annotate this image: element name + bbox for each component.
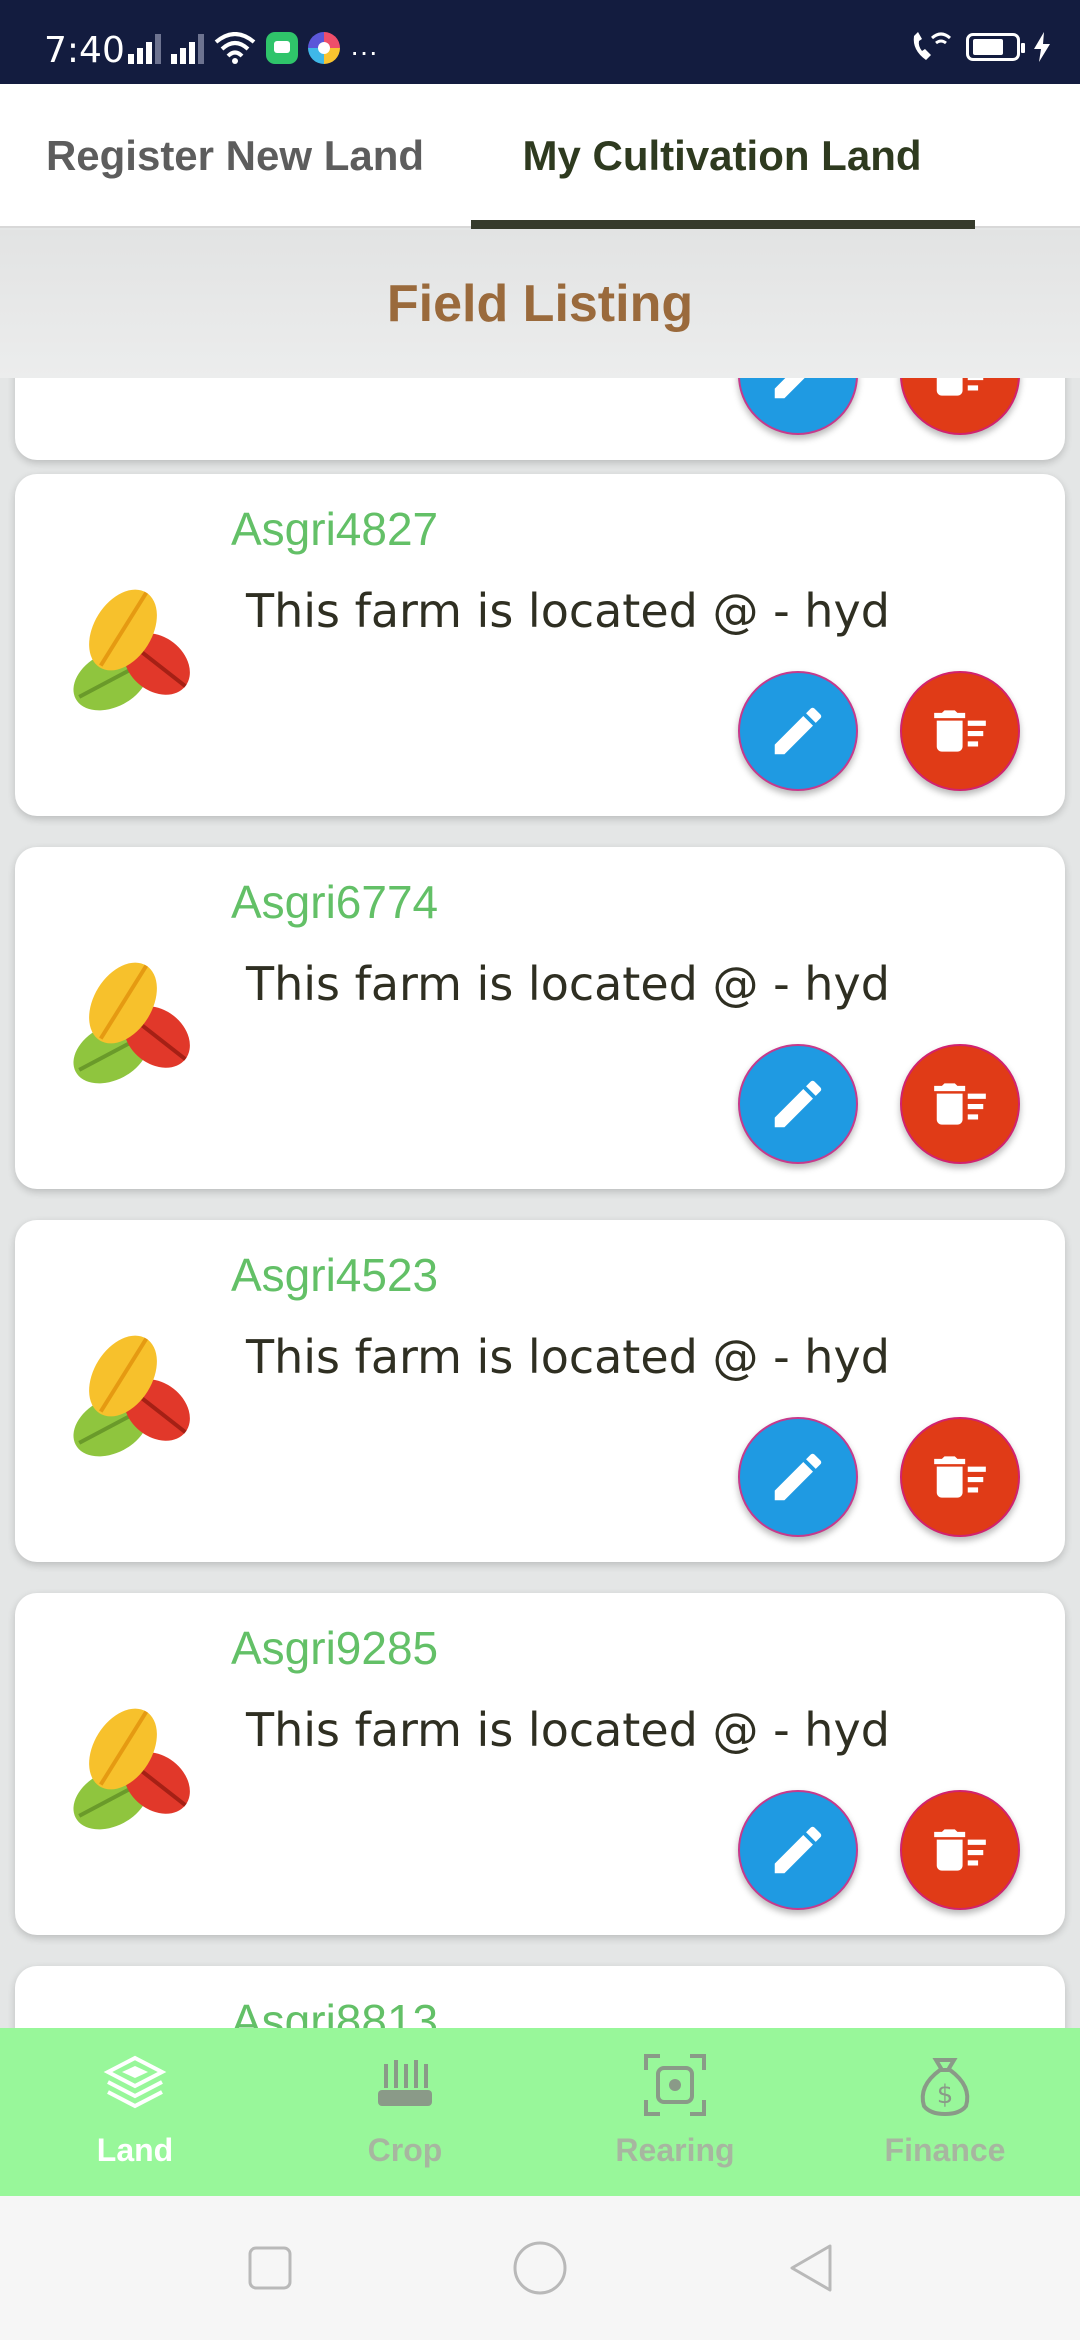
field-name: Asgri6774: [231, 876, 439, 928]
home-button[interactable]: [512, 2240, 568, 2296]
edit-button[interactable]: [738, 671, 858, 791]
pencil-icon: [774, 378, 805, 399]
recent-apps-button[interactable]: [242, 2240, 298, 2296]
nav-label: Finance: [884, 2132, 1006, 2168]
delete-button[interactable]: [900, 1417, 1020, 1537]
tab-register-new-land[interactable]: Register New Land: [0, 84, 470, 228]
message-app-icon: [266, 32, 298, 64]
field-name: Asgri4523: [231, 1249, 439, 1301]
field-name: Asgri4827: [231, 503, 439, 555]
tab-bar: Register New Land My Cultivation Land: [0, 84, 1080, 229]
nav-label: Crop: [367, 2132, 443, 2168]
leaves-icon: [73, 589, 190, 711]
charging-icon: [1034, 32, 1050, 62]
battery-icon: [966, 33, 1025, 61]
tab-my-cultivation-land[interactable]: My Cultivation Land: [470, 84, 974, 228]
delete-button[interactable]: [900, 378, 1020, 435]
listing-header: Field Listing: [0, 230, 1080, 378]
delete-button[interactable]: [900, 1790, 1020, 1910]
leaves-icon: [73, 1335, 190, 1457]
field-description: This farm is located @ - hyd: [246, 584, 890, 638]
status-bar: 7:40 ···: [0, 0, 1080, 84]
wifi-call-icon: [913, 32, 951, 60]
pencil-icon: [774, 1453, 822, 1501]
field-card[interactable]: [15, 378, 1065, 460]
field-list[interactable]: Asgri4827 This farm is located @ - hyd A…: [0, 378, 1080, 2028]
edit-button[interactable]: [738, 378, 858, 435]
active-tab-indicator: [471, 220, 975, 229]
field-card[interactable]: Asgri9285 This farm is located @ - hyd: [15, 1593, 1065, 1935]
scan-icon: [644, 2054, 706, 2116]
layers-icon: [103, 2055, 167, 2109]
more-notifications-icon: ···: [350, 36, 378, 67]
system-nav-bar: [0, 2196, 1080, 2340]
leaves-icon: [73, 962, 190, 1084]
pencil-icon: [774, 1826, 822, 1874]
field-card[interactable]: Asgri4523 This farm is located @ - hyd: [15, 1220, 1065, 1562]
pencil-icon: [774, 707, 822, 755]
crop-icon: [378, 2060, 432, 2106]
delete-list-icon: [934, 1083, 986, 1125]
money-bag-icon: $: [920, 2058, 970, 2117]
svg-text:$: $: [937, 2080, 954, 2110]
delete-list-icon: [936, 378, 984, 396]
signal-icon-2: [171, 32, 204, 64]
delete-list-icon: [934, 710, 986, 752]
leaves-icon: [73, 1708, 190, 1830]
nav-rearing[interactable]: Rearing: [540, 2028, 810, 2196]
nav-label: Rearing: [615, 2132, 735, 2168]
back-button[interactable]: [782, 2240, 838, 2296]
bottom-nav: Land Crop Rearing $ Finance: [0, 2028, 1080, 2196]
field-description: This farm is located @ - hyd: [246, 957, 890, 1011]
field-card[interactable]: Asgri6774 This farm is located @ - hyd: [15, 847, 1065, 1189]
nav-finance[interactable]: $ Finance: [810, 2028, 1080, 2196]
status-left-icons: ···: [128, 32, 378, 67]
delete-list-icon: [934, 1456, 986, 1498]
edit-button[interactable]: [738, 1417, 858, 1537]
status-right-icons: [908, 30, 1052, 64]
nav-label: Land: [96, 2132, 174, 2168]
field-name: Asgri8813: [231, 1995, 439, 2028]
field-description: This farm is located @ - hyd: [246, 1330, 890, 1384]
pencil-icon: [774, 1080, 822, 1128]
wifi-icon: [214, 32, 256, 64]
delete-button[interactable]: [900, 671, 1020, 791]
field-description: This farm is located @ - hyd: [246, 1703, 890, 1757]
field-card[interactable]: Asgri4827 This farm is located @ - hyd: [15, 474, 1065, 816]
delete-list-icon: [934, 1829, 986, 1871]
nav-land[interactable]: Land: [0, 2028, 270, 2196]
delete-button[interactable]: [900, 1044, 1020, 1164]
nav-crop[interactable]: Crop: [270, 2028, 540, 2196]
edit-button[interactable]: [738, 1044, 858, 1164]
status-time: 7:40: [44, 30, 125, 71]
edit-button[interactable]: [738, 1790, 858, 1910]
signal-icon: [128, 32, 161, 64]
field-name: Asgri9285: [231, 1622, 439, 1674]
page-title: Field Listing: [386, 275, 694, 333]
browser-app-icon: [308, 32, 340, 64]
field-card[interactable]: Asgri8813: [15, 1966, 1065, 2028]
